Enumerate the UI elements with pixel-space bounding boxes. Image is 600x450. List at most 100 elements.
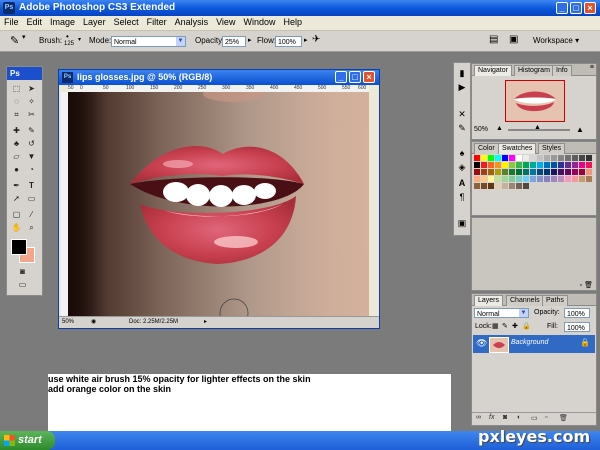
menu-help[interactable]: Help: [279, 16, 306, 27]
color-swatch[interactable]: [516, 155, 522, 161]
color-swatch[interactable]: [530, 169, 536, 175]
color-swatch[interactable]: [481, 162, 487, 168]
navigator-zoom[interactable]: 50%: [474, 126, 488, 133]
color-swatch[interactable]: [523, 176, 529, 182]
color-swatch[interactable]: [537, 169, 543, 175]
color-swatch[interactable]: [488, 155, 494, 161]
dodge-tool-icon[interactable]: ◔: [25, 164, 38, 176]
color-swatch[interactable]: [572, 176, 578, 182]
color-swatch[interactable]: [579, 176, 585, 182]
tab-navigator[interactable]: Navigator: [474, 65, 512, 76]
color-swatch[interactable]: [544, 162, 550, 168]
color-swatch[interactable]: [544, 169, 550, 175]
color-swatch[interactable]: [474, 155, 480, 161]
color-swatch[interactable]: [551, 162, 557, 168]
color-swatch[interactable]: [572, 155, 578, 161]
menu-window[interactable]: Window: [239, 16, 279, 27]
lasso-tool-icon[interactable]: ◌: [10, 96, 23, 108]
zoom-in-icon[interactable]: ▲: [576, 125, 584, 134]
color-swatch[interactable]: [544, 176, 550, 182]
horizontal-ruler[interactable]: 50 0 50 100 150 200 250 300 350 400 450 …: [68, 85, 369, 92]
menu-analysis[interactable]: Analysis: [171, 16, 213, 27]
brush-tool-icon[interactable]: ✎: [25, 125, 38, 137]
menu-filter[interactable]: Filter: [143, 16, 171, 27]
link-layers-icon[interactable]: ∞: [476, 414, 481, 421]
tab-paths[interactable]: Paths: [542, 295, 568, 306]
new-layer-icon[interactable]: ▫: [545, 414, 547, 421]
color-swatch[interactable]: [481, 169, 487, 175]
color-swatch[interactable]: [565, 155, 571, 161]
image-canvas[interactable]: [68, 92, 369, 316]
color-swatch[interactable]: [481, 176, 487, 182]
color-swatch[interactable]: [495, 169, 501, 175]
color-swatch[interactable]: [537, 176, 543, 182]
opacity-input[interactable]: 25%: [222, 36, 246, 47]
color-swatch[interactable]: [537, 162, 543, 168]
start-button[interactable]: start: [0, 431, 55, 450]
color-swatch[interactable]: [509, 183, 515, 189]
brush-preview-icon[interactable]: •: [66, 32, 69, 41]
go-to-bridge-icon[interactable]: ▣: [509, 34, 518, 45]
color-swatch[interactable]: [502, 162, 508, 168]
lock-position-icon[interactable]: ✚: [512, 322, 518, 330]
color-swatch[interactable]: [558, 162, 564, 168]
color-swatch[interactable]: [586, 155, 592, 161]
brush-picker-arrow-icon[interactable]: ▾: [78, 36, 81, 43]
color-swatch[interactable]: [523, 155, 529, 161]
color-swatch[interactable]: [579, 155, 585, 161]
color-swatch[interactable]: [495, 183, 501, 189]
vertical-ruler[interactable]: [61, 92, 68, 316]
character-panel-icon[interactable]: A: [456, 177, 468, 189]
navigator-thumbnail[interactable]: [505, 80, 565, 122]
doc-minimize-button[interactable]: _: [335, 71, 347, 83]
lock-transparent-icon[interactable]: ▦: [492, 322, 499, 330]
color-swatch[interactable]: [516, 169, 522, 175]
color-swatch[interactable]: [474, 169, 480, 175]
color-swatch[interactable]: [495, 162, 501, 168]
delete-swatch-icon[interactable]: 🗑: [584, 281, 593, 289]
add-mask-icon[interactable]: ◙: [503, 414, 507, 421]
new-swatch-icon[interactable]: ▫: [580, 282, 582, 289]
color-swatch[interactable]: [551, 176, 557, 182]
tab-histogram[interactable]: Histogram: [514, 65, 554, 76]
color-swatch[interactable]: [530, 176, 536, 182]
status-arrow-icon[interactable]: ▸: [204, 317, 207, 328]
color-swatch[interactable]: [586, 162, 592, 168]
tool-preset-dropdown-icon[interactable]: ▾: [22, 33, 26, 41]
fill-input[interactable]: 100%: [564, 322, 590, 332]
notes-tool-icon[interactable]: ▢: [10, 209, 23, 221]
zoom-out-icon[interactable]: ▲: [496, 125, 503, 132]
color-swatch[interactable]: [474, 183, 480, 189]
panel-menu-icon[interactable]: ≡: [590, 64, 594, 71]
color-swatch[interactable]: [558, 155, 564, 161]
blur-tool-icon[interactable]: ●: [10, 164, 23, 176]
airbrush-toggle-icon[interactable]: ✈: [312, 34, 320, 45]
color-swatch[interactable]: [488, 169, 494, 175]
brushes-panel-icon[interactable]: ✎: [456, 122, 468, 134]
healing-brush-tool-icon[interactable]: ✚: [10, 125, 23, 137]
tab-layers[interactable]: Layers: [474, 295, 504, 306]
tab-color[interactable]: Color: [474, 143, 499, 154]
path-selection-tool-icon[interactable]: ➚: [10, 193, 23, 205]
color-swatch[interactable]: [509, 169, 515, 175]
shape-tool-icon[interactable]: ▭: [25, 193, 38, 205]
opacity-slider-arrow-icon[interactable]: ▸: [248, 36, 252, 44]
color-swatch[interactable]: [488, 183, 494, 189]
color-swatch[interactable]: [502, 155, 508, 161]
workspace-menu[interactable]: Workspace ▾: [533, 36, 579, 45]
tab-swatches[interactable]: Swatches: [498, 143, 537, 154]
type-tool-icon[interactable]: T: [25, 180, 38, 192]
color-swatch[interactable]: [579, 162, 585, 168]
foreground-color-swatch-top[interactable]: [11, 239, 27, 255]
color-swatch[interactable]: [509, 162, 515, 168]
slice-tool-icon[interactable]: ✂: [25, 109, 38, 121]
minimize-button[interactable]: _: [556, 2, 568, 14]
eyedropper-tool-icon[interactable]: ⁄: [25, 209, 38, 221]
lock-all-icon[interactable]: 🔒: [522, 322, 531, 330]
color-swatch[interactable]: [565, 162, 571, 168]
color-swatch[interactable]: [572, 162, 578, 168]
color-swatch[interactable]: [565, 176, 571, 182]
layer-opacity-input[interactable]: 100%: [564, 308, 590, 318]
flow-slider-arrow-icon[interactable]: ▸: [304, 36, 308, 44]
color-swatch[interactable]: [474, 176, 480, 182]
